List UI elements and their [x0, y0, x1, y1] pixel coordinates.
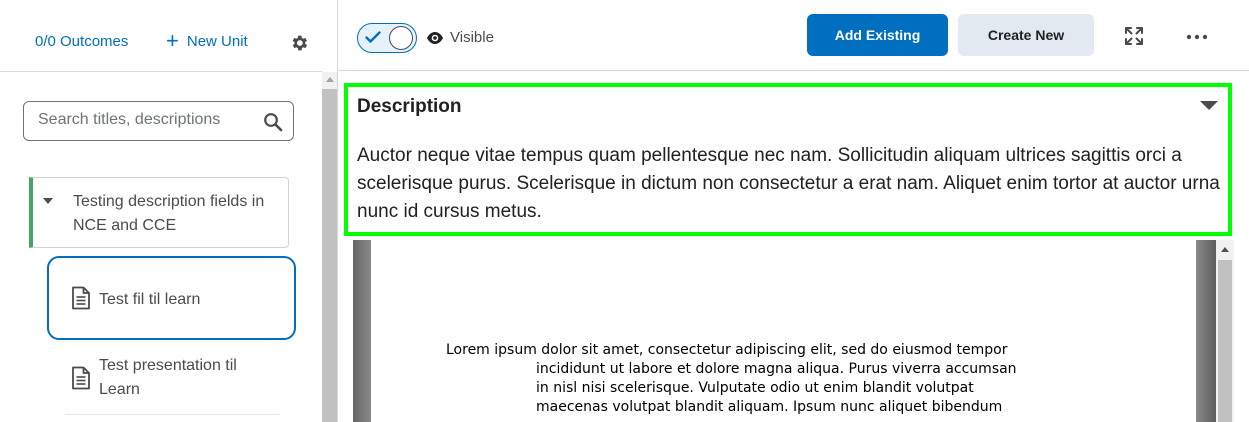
toggle-knob [389, 26, 413, 50]
new-unit-label: New Unit [186, 33, 248, 50]
description-title: Description [357, 96, 462, 117]
unit-item[interactable]: Testing description fields in NCE and CC… [29, 177, 289, 248]
left-header-divider [0, 71, 322, 72]
collapse-caret-icon[interactable] [1200, 101, 1218, 110]
left-panel-scrollbar[interactable] [322, 72, 337, 422]
visibility-label: Visible [450, 29, 494, 46]
lesson-label: Test presentation til Learn [99, 357, 237, 398]
document-line: maecenas volutpat blandit aliquam. Ipsum… [536, 399, 1003, 415]
new-unit-button[interactable]: + New Unit [166, 27, 248, 53]
document-line: incididunt ut labore et dolore magna ali… [536, 361, 1017, 377]
plus-icon: + [166, 27, 179, 53]
search-input[interactable] [38, 111, 258, 129]
left-panel: 0/0 Outcomes + New Unit Testing descript… [0, 0, 337, 422]
visibility-toggle[interactable] [357, 23, 417, 53]
document-line: in nisl nisi scelerisque. Vulputate odio… [536, 380, 974, 396]
scroll-up-arrow-icon[interactable] [326, 77, 334, 82]
page-shadow-right [1196, 240, 1216, 422]
outcomes-link[interactable]: 0/0 Outcomes [35, 33, 128, 50]
search-icon[interactable] [263, 112, 283, 132]
viewer-gutter [344, 240, 353, 422]
lesson-label: Test fil til learn [99, 291, 201, 308]
viewer-scrollbar[interactable] [1216, 240, 1234, 422]
add-existing-button[interactable]: Add Existing [807, 14, 948, 56]
chevron-down-icon[interactable] [43, 198, 53, 204]
panel-divider [337, 0, 338, 422]
lesson-item-test-fil[interactable]: Test fil til learn [47, 256, 296, 340]
eye-icon [427, 32, 443, 44]
document-line: Lorem ipsum dolor sit amet, consectetur … [446, 342, 1008, 358]
description-body: Auctor neque vitae tempus quam pellentes… [357, 145, 1220, 222]
unit-title: Testing description fields in NCE and CC… [73, 193, 265, 234]
scroll-up-arrow-icon[interactable] [1221, 247, 1229, 252]
scrollbar-thumb[interactable] [322, 89, 337, 422]
checkmark-icon [365, 31, 381, 43]
document-icon [72, 366, 90, 390]
document-viewer[interactable]: Lorem ipsum dolor sit amet, consectetur … [344, 240, 1234, 422]
document-icon [72, 286, 90, 310]
scrollbar-thumb[interactable] [1218, 260, 1232, 422]
document-text: Lorem ipsum dolor sit amet, consectetur … [446, 341, 1086, 417]
fullscreen-icon[interactable] [1124, 26, 1144, 46]
description-panel: Description Auctor neque vitae tempus qu… [344, 83, 1232, 236]
settings-gear-icon[interactable] [289, 33, 309, 53]
more-options-icon[interactable] [1186, 34, 1208, 40]
create-new-button[interactable]: Create New [958, 14, 1094, 56]
lesson-item-test-presentation[interactable]: Test presentation til Learn [65, 350, 280, 415]
toolbar-divider [338, 70, 1249, 71]
page-shadow-left [353, 240, 371, 422]
search-box [23, 101, 294, 141]
